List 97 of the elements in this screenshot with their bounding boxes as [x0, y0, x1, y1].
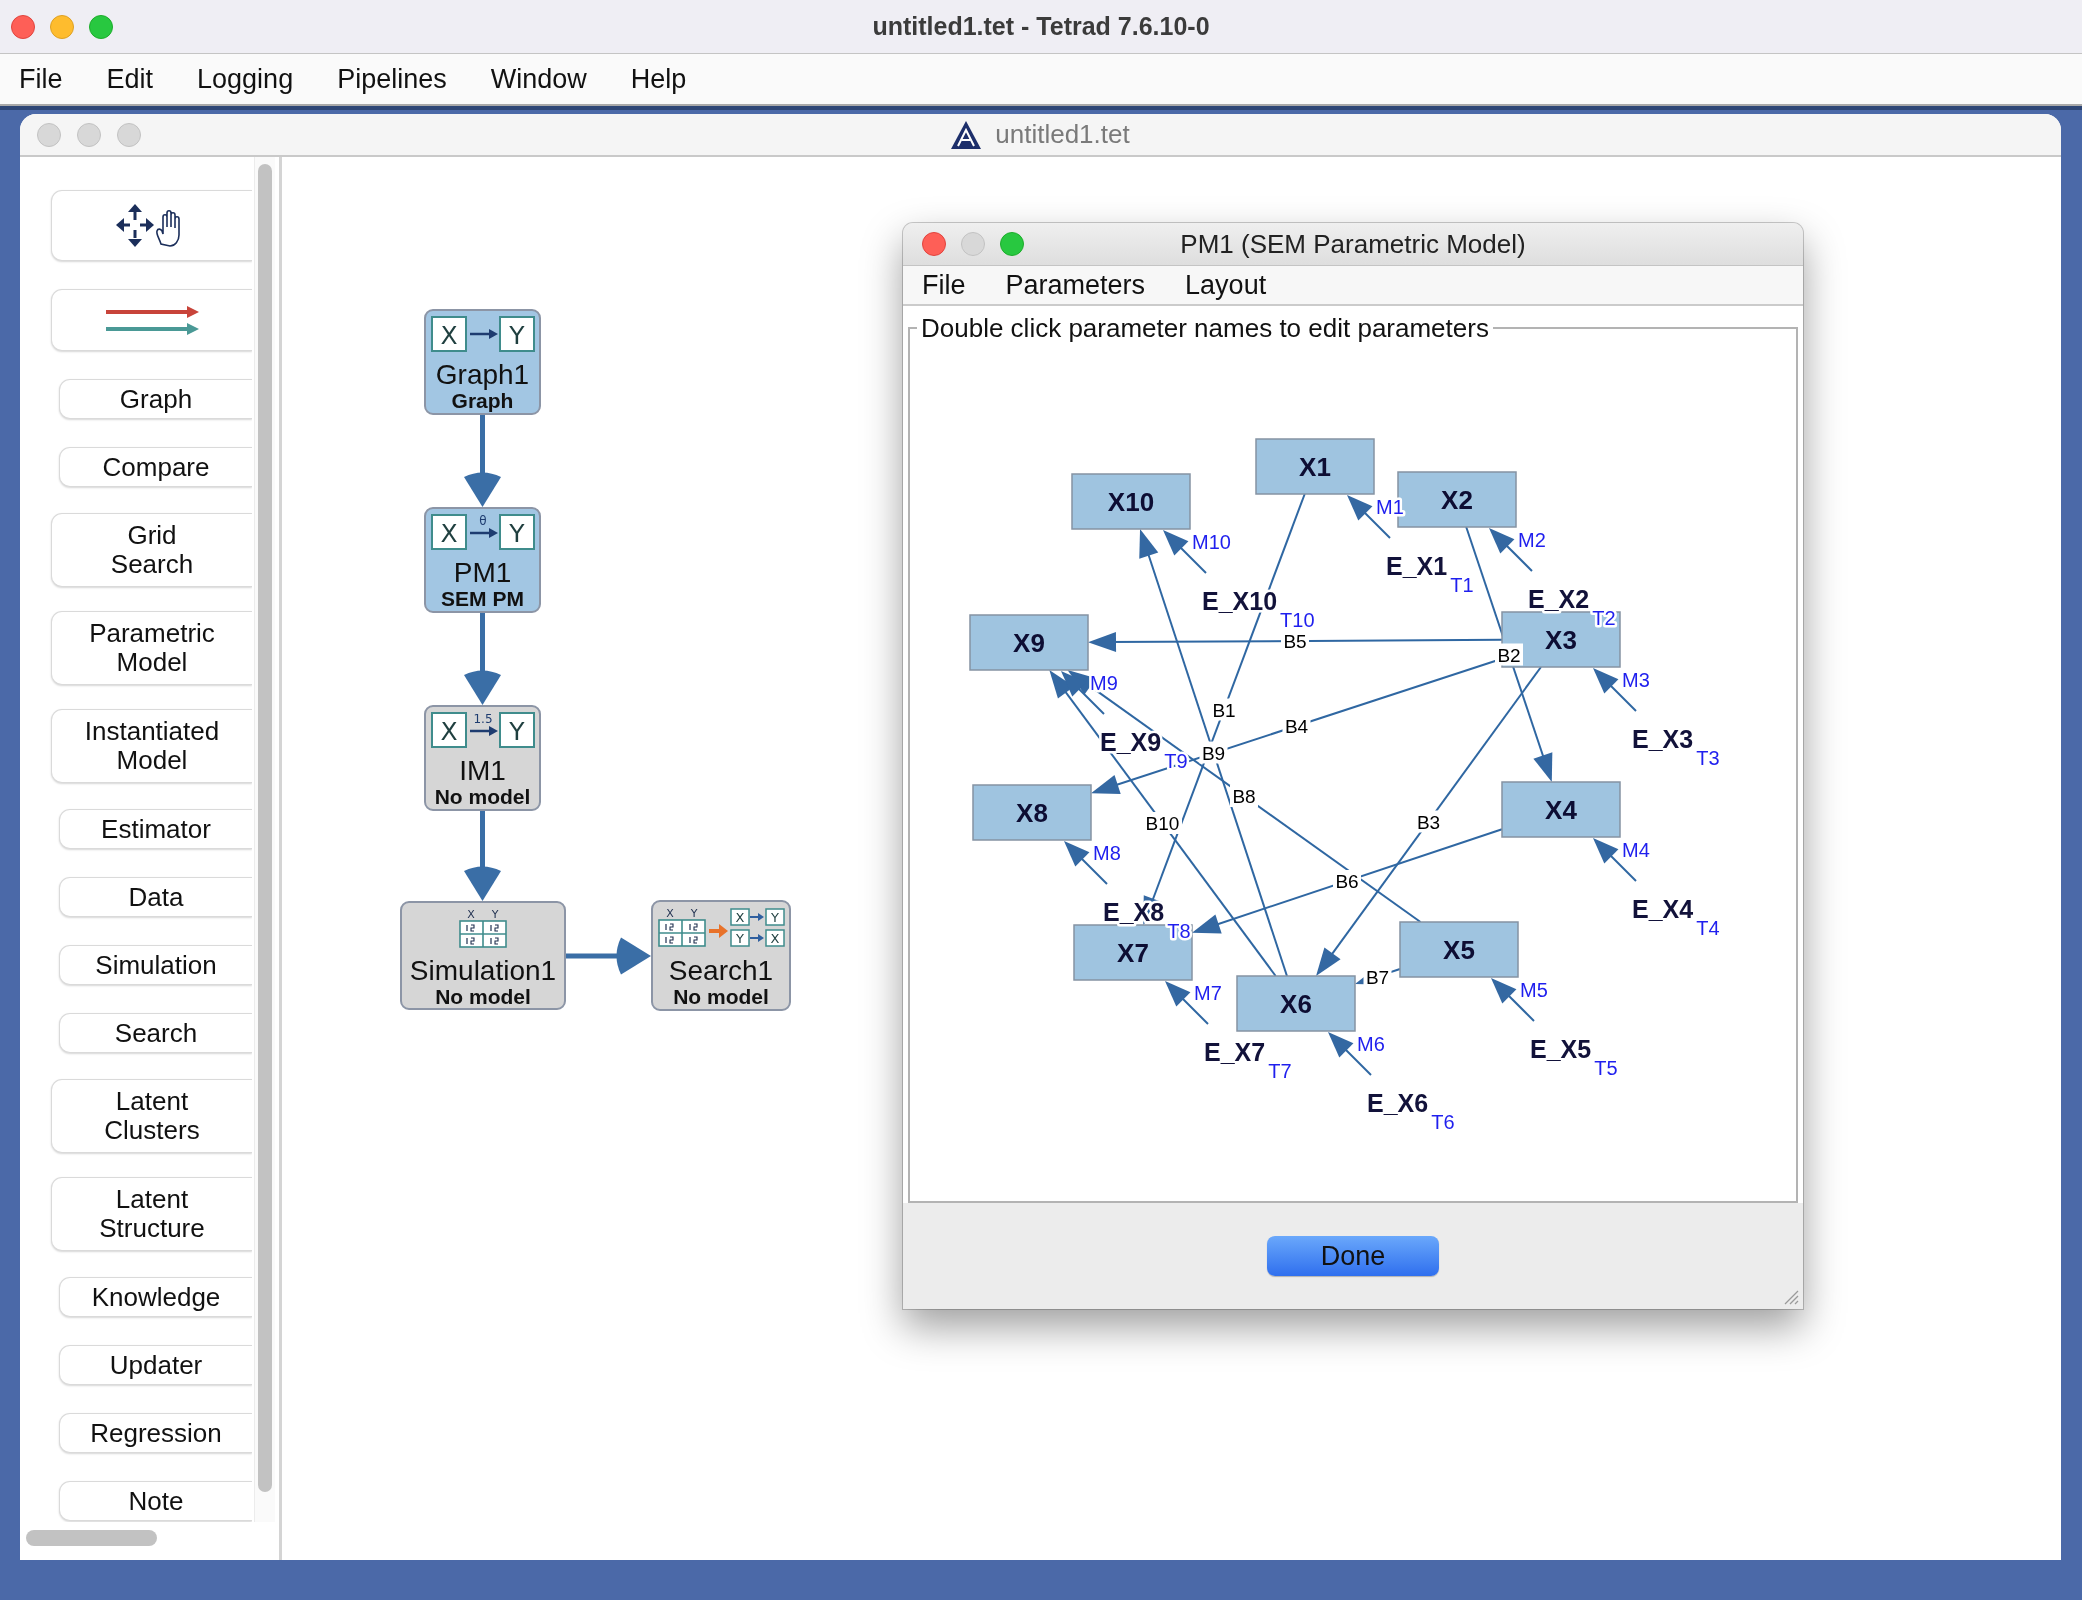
- edge-label[interactable]: B8: [1232, 786, 1256, 807]
- window-title: untitled1.tet - Tetrad 7.6.10-0: [871, 12, 1211, 41]
- toolbox-button[interactable]: Grid Search: [51, 513, 252, 587]
- error-variance-label[interactable]: T10: [1280, 609, 1315, 631]
- graph-node[interactable]: X6: [1236, 975, 1356, 1032]
- workflow-node[interactable]: X Y Graph1 Graph: [424, 309, 541, 415]
- toolbox-button[interactable]: Estimator: [59, 809, 252, 849]
- resize-grip-icon: [1783, 1289, 1799, 1305]
- move-tool-button[interactable]: [51, 190, 252, 261]
- document-title: untitled1.tet: [995, 119, 1130, 150]
- error-term-label[interactable]: E_X4: [1632, 895, 1694, 923]
- error-edge-label[interactable]: M4: [1622, 839, 1650, 861]
- graph-node[interactable]: X10: [1071, 473, 1191, 530]
- node-title: PM1: [453, 559, 512, 587]
- toolbox-button[interactable]: Parametric Model: [51, 611, 252, 685]
- toolbox-button[interactable]: Regression: [59, 1413, 252, 1453]
- node-type-label: No model: [673, 985, 769, 1008]
- toolbox-button[interactable]: Graph: [59, 379, 252, 419]
- arrows-icon: [105, 303, 199, 337]
- zoom-button[interactable]: [89, 14, 113, 39]
- node-title: IM1: [459, 757, 506, 785]
- error-term-label[interactable]: E_X1: [1386, 552, 1448, 580]
- error-edge-label[interactable]: M10: [1192, 531, 1231, 553]
- toolbox-button[interactable]: Latent Clusters: [51, 1079, 252, 1153]
- close-button[interactable]: [37, 122, 61, 147]
- zoom-button[interactable]: [117, 122, 141, 147]
- toolbox-button[interactable]: Knowledge: [59, 1277, 252, 1317]
- graph-node[interactable]: X1: [1255, 438, 1375, 495]
- graph-node[interactable]: X9: [969, 614, 1089, 671]
- error-variance-label[interactable]: T6: [1431, 1111, 1455, 1133]
- error-variance-label[interactable]: T1: [1450, 574, 1474, 596]
- error-edge-label[interactable]: M2: [1518, 529, 1546, 551]
- node-type-label: SEM PM: [441, 587, 524, 610]
- error-variance-label[interactable]: T3: [1696, 747, 1720, 769]
- error-edge-label[interactable]: M6: [1357, 1033, 1385, 1055]
- menu-item[interactable]: Edit: [91, 60, 169, 98]
- toolbox-button[interactable]: Note: [59, 1481, 252, 1521]
- error-term-label[interactable]: E_X3: [1632, 725, 1694, 753]
- toolbox-button[interactable]: Latent Structure: [51, 1177, 252, 1251]
- menu-item[interactable]: Logging: [182, 60, 309, 98]
- edge-label[interactable]: B10: [1145, 813, 1180, 834]
- panel-title: Double click parameter names to edit parameters: [917, 315, 1493, 341]
- menu-item[interactable]: File: [4, 60, 78, 98]
- node-type-label: Graph: [451, 389, 514, 412]
- error-edge-label[interactable]: M3: [1622, 669, 1650, 691]
- vertical-scrollbar[interactable]: [258, 164, 272, 1492]
- zoom-button[interactable]: [1000, 232, 1024, 256]
- minimize-button[interactable]: [77, 122, 101, 147]
- toolbox-button[interactable]: Simulation: [59, 945, 252, 985]
- error-variance-label[interactable]: T7: [1268, 1060, 1292, 1082]
- edge-label[interactable]: B3: [1416, 811, 1441, 833]
- toolbox-button[interactable]: Compare: [59, 447, 252, 487]
- flow-tool-button[interactable]: [51, 289, 252, 351]
- error-variance-label[interactable]: T4: [1696, 917, 1720, 939]
- error-term-label[interactable]: E_X2: [1528, 585, 1590, 613]
- node-title: Graph1: [435, 361, 530, 389]
- edge-label[interactable]: B5: [1283, 631, 1307, 652]
- menu-item[interactable]: File: [907, 269, 981, 301]
- menu-item[interactable]: Help: [615, 60, 702, 98]
- error-edge-label[interactable]: M5: [1520, 979, 1548, 1001]
- error-variance-label[interactable]: T5: [1594, 1057, 1618, 1079]
- edge-label[interactable]: B2: [1497, 644, 1521, 666]
- edge-label[interactable]: B9: [1201, 742, 1226, 764]
- close-button[interactable]: [922, 232, 946, 256]
- triangle-logo-icon: [951, 120, 982, 149]
- edge-label[interactable]: B6: [1335, 871, 1359, 892]
- edge-label[interactable]: B4: [1284, 716, 1309, 737]
- workflow-node[interactable]: X Y X Y Y X Search1 No model: [651, 900, 791, 1011]
- horizontal-scrollbar[interactable]: [26, 1530, 157, 1546]
- edge-label[interactable]: B7: [1365, 966, 1390, 988]
- error-edge-label[interactable]: M8: [1093, 842, 1121, 864]
- minimize-button[interactable]: [50, 14, 74, 39]
- error-edge-label[interactable]: M7: [1194, 982, 1222, 1004]
- graph-node[interactable]: X5: [1399, 921, 1519, 978]
- dialog-title: PM1 (SEM Parametric Model): [1179, 228, 1527, 260]
- done-button[interactable]: Done: [1267, 1236, 1439, 1276]
- close-button[interactable]: [11, 14, 35, 39]
- toolbox-button[interactable]: Updater: [59, 1345, 252, 1385]
- toolbox-button[interactable]: Instantiated Model: [51, 709, 252, 783]
- error-term-label[interactable]: E_X5: [1530, 1035, 1592, 1063]
- toolbox-button[interactable]: Data: [59, 877, 252, 917]
- workflow-node[interactable]: X Y Simulation1 No model: [400, 901, 566, 1010]
- node-type-label: No model: [435, 985, 531, 1008]
- toolbox-button[interactable]: Search: [59, 1013, 252, 1053]
- graph-node[interactable]: X4: [1501, 781, 1621, 838]
- menu-item[interactable]: Layout: [1170, 269, 1282, 301]
- error-term-label[interactable]: E_X6: [1367, 1089, 1429, 1117]
- menu-item[interactable]: Pipelines: [322, 60, 462, 98]
- node-type-label: No model: [434, 785, 531, 808]
- edge-label[interactable]: B1: [1212, 699, 1236, 721]
- error-term-label[interactable]: E_X7: [1204, 1038, 1266, 1066]
- node-title: Search1: [668, 957, 774, 985]
- minimize-button[interactable]: [961, 232, 985, 256]
- menu-item[interactable]: Window: [475, 60, 602, 98]
- graph-node[interactable]: X8: [972, 784, 1092, 841]
- node-title: Simulation1: [409, 957, 557, 985]
- menu-item[interactable]: Parameters: [990, 269, 1161, 301]
